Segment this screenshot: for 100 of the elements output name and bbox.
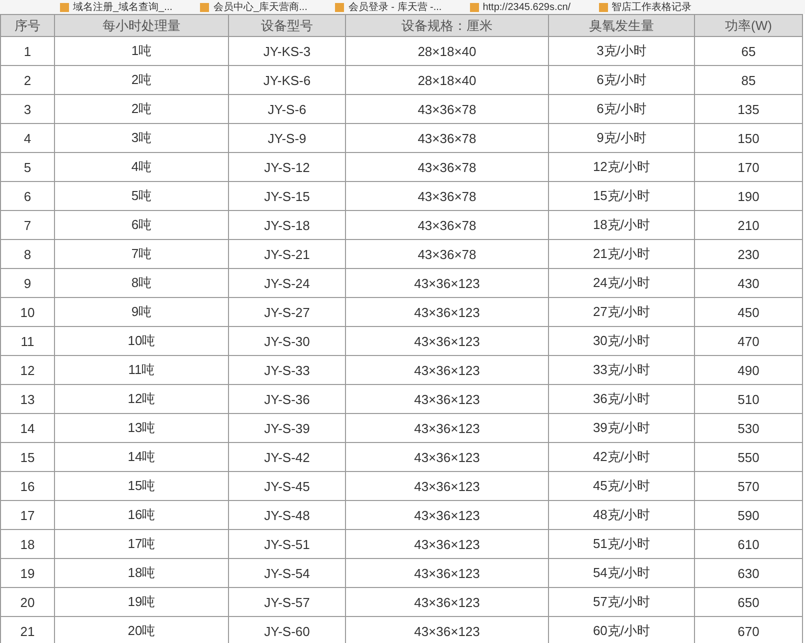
- table-cell: JY-KS-6: [228, 66, 346, 94]
- table-cell: 3克/小时: [548, 36, 694, 66]
- table-cell: 24克/小时: [548, 268, 694, 298]
- table-cell: 3: [0, 94, 54, 124]
- table-cell: 30克/小时: [548, 326, 694, 356]
- table-cell: 15: [0, 442, 54, 472]
- bookmark-link[interactable]: 智店工作表格记录: [598, 0, 692, 14]
- table-cell: 57克/小时: [548, 588, 694, 616]
- table-cell: JY-S-24: [228, 268, 346, 298]
- table-cell: 43×36×78: [346, 124, 548, 152]
- table-cell: 43×36×123: [346, 530, 548, 558]
- table-cell: 8吨: [54, 268, 228, 298]
- table-cell: 54克/小时: [548, 558, 694, 588]
- table-cell: 8: [0, 240, 54, 268]
- table-cell: 7吨: [54, 240, 228, 268]
- table-cell: 28×18×40: [346, 36, 548, 66]
- bookmark-link[interactable]: 会员登录 - 库天营 -...: [335, 0, 442, 14]
- table-cell: 15克/小时: [548, 182, 694, 210]
- table-cell: 16: [0, 472, 54, 500]
- page-icon: [335, 2, 344, 12]
- table-cell: 17吨: [54, 530, 228, 558]
- table-cell: 43×36×78: [346, 240, 548, 268]
- table-cell: JY-S-39: [228, 414, 346, 442]
- table-cell: 9克/小时: [548, 124, 694, 152]
- table-cell: JY-S-30: [228, 326, 346, 356]
- table-cell: JY-KS-3: [228, 36, 346, 66]
- table-cell: 19吨: [54, 588, 228, 616]
- column-header: 设备型号: [228, 14, 346, 36]
- column-header: 设备规格：厘米: [346, 14, 548, 36]
- table-cell: 530: [694, 414, 802, 442]
- table-cell: 43×36×123: [346, 472, 548, 500]
- table-cell: 43×36×123: [346, 442, 548, 472]
- table-cell: 230: [694, 240, 802, 268]
- table-cell: 570: [694, 472, 802, 500]
- page-icon: [60, 2, 69, 12]
- table-cell: 18: [0, 530, 54, 558]
- table-cell: JY-S-21: [228, 240, 346, 268]
- table-cell: 11吨: [54, 356, 228, 384]
- table-cell: 5: [0, 152, 54, 182]
- table-cell: 650: [694, 588, 802, 616]
- table-cell: 28×18×40: [346, 66, 548, 94]
- table-cell: 2吨: [54, 66, 228, 94]
- table-cell: 510: [694, 384, 802, 414]
- table-cell: 6: [0, 182, 54, 210]
- table-cell: 170: [694, 152, 802, 182]
- table-cell: 43×36×123: [346, 298, 548, 326]
- bookmark-link[interactable]: 会员中心_库天营商...: [200, 0, 308, 14]
- table-cell: 430: [694, 268, 802, 298]
- table-cell: 3吨: [54, 124, 228, 152]
- column-header: 序号: [0, 14, 54, 36]
- table-cell: 10吨: [54, 326, 228, 356]
- table-cell: 33克/小时: [548, 356, 694, 384]
- table-cell: 43×36×123: [346, 268, 548, 298]
- table-cell: 210: [694, 210, 802, 240]
- table-cell: 6克/小时: [548, 66, 694, 94]
- table-cell: 1: [0, 36, 54, 66]
- table-cell: 21克/小时: [548, 240, 694, 268]
- table-cell: JY-S-27: [228, 298, 346, 326]
- table-cell: 43×36×123: [346, 558, 548, 588]
- table-cell: 1吨: [54, 36, 228, 66]
- table-cell: 2吨: [54, 94, 228, 124]
- table-cell: 9: [0, 268, 54, 298]
- table-cell: JY-S-6: [228, 94, 346, 124]
- table-cell: 5吨: [54, 182, 228, 210]
- table-cell: 12吨: [54, 384, 228, 414]
- table-cell: 9吨: [54, 298, 228, 326]
- column-header: 功率(W): [694, 14, 802, 36]
- table-cell: 150: [694, 124, 802, 152]
- bookmark-link[interactable]: 域名注册_域名查询_...: [60, 0, 172, 14]
- table-cell: 550: [694, 442, 802, 472]
- table-cell: 43×36×123: [346, 588, 548, 616]
- table-cell: 7: [0, 210, 54, 240]
- table-cell: 13: [0, 384, 54, 414]
- page-icon: [200, 2, 210, 12]
- table-cell: 43×36×123: [346, 326, 548, 356]
- table-cell: 14吨: [54, 442, 228, 472]
- table-cell: 43×36×78: [346, 210, 548, 240]
- table-cell: 21: [0, 616, 54, 643]
- page-icon: [598, 2, 608, 12]
- table-cell: 42克/小时: [548, 442, 694, 472]
- table-cell: 10: [0, 298, 54, 326]
- table-cell: 470: [694, 326, 802, 356]
- table-cell: 2: [0, 66, 54, 94]
- table-cell: 6克/小时: [548, 94, 694, 124]
- table-cell: 13吨: [54, 414, 228, 442]
- table-cell: JY-S-15: [228, 182, 346, 210]
- table-cell: 45克/小时: [548, 472, 694, 500]
- table-cell: JY-S-48: [228, 500, 346, 530]
- table-cell: 12: [0, 356, 54, 384]
- bookmark-link[interactable]: http://2345.629s.cn/: [470, 2, 571, 12]
- table-cell: 43×36×123: [346, 500, 548, 530]
- table-cell: 630: [694, 558, 802, 588]
- page-icon: [470, 2, 479, 12]
- table-cell: 36克/小时: [548, 384, 694, 414]
- table-cell: 16吨: [54, 500, 228, 530]
- table-cell: 14: [0, 414, 54, 442]
- table-cell: 12克/小时: [548, 152, 694, 182]
- table-cell: 51克/小时: [548, 530, 694, 558]
- table-cell: 18克/小时: [548, 210, 694, 240]
- table-cell: 43×36×123: [346, 414, 548, 442]
